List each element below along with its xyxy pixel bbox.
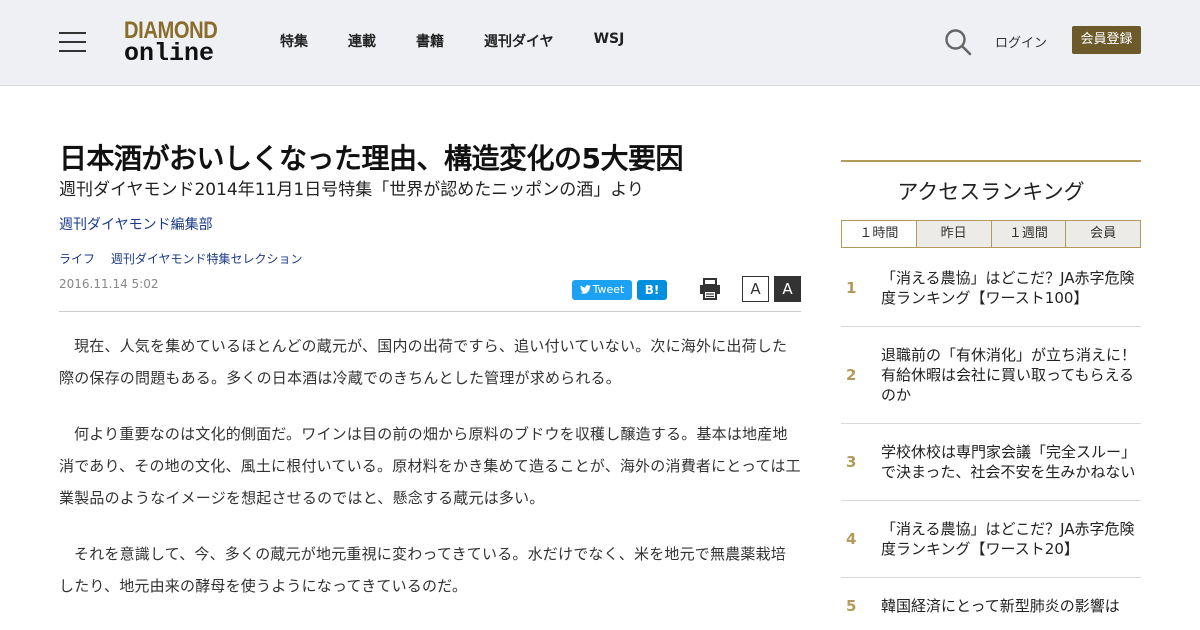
- search-icon[interactable]: [944, 28, 972, 56]
- article-subtitle: 週刊ダイヤモンド2014年11月1日号特集「世界が認めたニッポンの酒」より: [59, 180, 644, 200]
- ranking-number: 5: [846, 597, 857, 615]
- ranking-link[interactable]: 退職前の「有休消化」が立ち消えに！有給休暇は会社に買い取ってもらえるのか: [881, 345, 1141, 405]
- ranking-number: 2: [846, 366, 857, 384]
- ranking-title: アクセスランキング: [897, 180, 1085, 204]
- article-title: 日本酒がおいしくなった理由、構造変化の5大要因: [59, 142, 684, 175]
- ranking-number: 3: [846, 453, 857, 471]
- sidebar-top-rule: [841, 160, 1141, 162]
- article: 日本酒がおいしくなった理由、構造変化の5大要因 週刊ダイヤモンド2014年11月…: [59, 140, 801, 595]
- article-paragraph: 現在、人気を集めているほとんどの蔵元が、国内の出荷ですら、追い付いていない。次に…: [59, 337, 788, 387]
- login-link[interactable]: ログイン: [995, 32, 1047, 51]
- twitter-bird-icon: [579, 285, 591, 294]
- font-size-large-button[interactable]: A: [774, 276, 801, 302]
- ranking-item[interactable]: 2 退職前の「有休消化」が立ち消えに！有給休暇は会社に買い取ってもらえるのか: [841, 327, 1141, 424]
- main-nav: 特集 連載 書籍 週刊ダイヤ WSJ: [280, 31, 664, 51]
- ranking-number: 1: [846, 279, 857, 297]
- nav-item-weekly[interactable]: 週刊ダイヤ: [484, 31, 554, 51]
- ranking-link[interactable]: 学校休校は専門家会議「完全スルー」で決まった、社会不安を生みかねない: [881, 442, 1141, 482]
- logo-bottom-text: online: [124, 39, 215, 68]
- article-body: 現在、人気を集めているほとんどの蔵元が、国内の出荷ですら、追い付いていない。次に…: [59, 330, 801, 626]
- ranking-tabs: １時間 昨日 １週間 会員: [841, 220, 1141, 248]
- font-size-small-button[interactable]: A: [742, 276, 769, 302]
- article-author-link[interactable]: 週刊ダイヤモンド編集部: [59, 214, 213, 234]
- site-logo[interactable]: DIAMOND online: [124, 19, 228, 67]
- ranking-item[interactable]: 4 「消える農協」はどこだ？JA赤字危険度ランキング【ワースト20】: [841, 501, 1141, 578]
- tab-members[interactable]: 会員: [1065, 221, 1140, 247]
- access-ranking-sidebar: アクセスランキング １時間 昨日 １週間 会員 1 「消える農協」はどこだ？JA…: [841, 160, 1141, 630]
- tweet-label: Tweet: [592, 283, 625, 296]
- tab-1-hour[interactable]: １時間: [842, 221, 916, 247]
- nav-item-feature[interactable]: 特集: [280, 31, 308, 51]
- article-date: 2016.11.14 5:02: [59, 277, 159, 291]
- ranking-item[interactable]: 1 「消える農協」はどこだ？JA赤字危険度ランキング【ワースト100】: [841, 250, 1141, 327]
- article-paragraph: 何より重要なのは文化的側面だ。ワインは目の前の畑から原料のブドウを収穫し醸造する…: [59, 425, 801, 507]
- hamburger-menu-icon[interactable]: [59, 32, 86, 52]
- category-link-life[interactable]: ライフ: [59, 252, 95, 266]
- ranking-list: 1 「消える農協」はどこだ？JA赤字危険度ランキング【ワースト100】 2 退職…: [841, 250, 1141, 630]
- tab-1-week[interactable]: １週間: [990, 221, 1066, 247]
- article-categories: ライフ 週刊ダイヤモンド特集セレクション: [59, 250, 315, 267]
- ranking-link[interactable]: 韓国経済にとって新型肺炎の影響は: [881, 596, 1141, 616]
- tab-yesterday[interactable]: 昨日: [915, 221, 991, 247]
- article-paragraph: それを意識して、今、多くの蔵元が地元重視に変わってきている。水だけでなく、米を地…: [59, 545, 787, 595]
- ranking-link[interactable]: 「消える農協」はどこだ？JA赤字危険度ランキング【ワースト20】: [881, 519, 1141, 559]
- article-divider: [59, 311, 801, 312]
- nav-item-wsj[interactable]: WSJ: [594, 31, 625, 51]
- ranking-link[interactable]: 「消える農協」はどこだ？JA赤字危険度ランキング【ワースト100】: [881, 268, 1141, 308]
- register-button[interactable]: 会員登録: [1072, 26, 1141, 54]
- ranking-item[interactable]: 5 韓国経済にとって新型肺炎の影響は: [841, 578, 1141, 630]
- print-icon[interactable]: [699, 278, 721, 300]
- category-link-weekly-selection[interactable]: 週刊ダイヤモンド特集セレクション: [111, 252, 303, 266]
- tweet-button[interactable]: Tweet: [572, 280, 632, 300]
- nav-item-series[interactable]: 連載: [348, 31, 376, 51]
- ranking-number: 4: [846, 530, 857, 548]
- hatena-bookmark-button[interactable]: B!: [637, 280, 667, 300]
- nav-item-books[interactable]: 書籍: [416, 31, 444, 51]
- site-header: DIAMOND online 特集 連載 書籍 週刊ダイヤ WSJ ログイン 会…: [0, 0, 1200, 86]
- ranking-item[interactable]: 3 学校休校は専門家会議「完全スルー」で決まった、社会不安を生みかねない: [841, 424, 1141, 501]
